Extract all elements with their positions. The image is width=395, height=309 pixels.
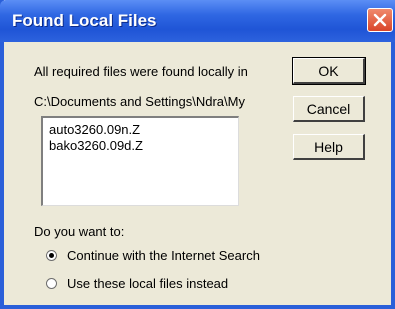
close-icon: [373, 13, 387, 27]
question-label: Do you want to:: [34, 224, 125, 239]
title-bar[interactable]: Found Local Files: [0, 0, 395, 42]
radio-label: Use these local files instead: [67, 276, 229, 291]
close-button[interactable]: [367, 8, 393, 32]
radio-continue-search[interactable]: Continue with the Internet Search: [46, 248, 260, 263]
radio-use-local-files[interactable]: Use these local files instead: [46, 276, 228, 291]
radio-button[interactable]: [46, 278, 57, 289]
path-label: C:\Documents and Settings\Ndra\My: [34, 94, 245, 109]
radio-button-selected[interactable]: [46, 250, 57, 261]
list-item[interactable]: bako3260.09d.Z: [49, 138, 232, 154]
radio-label: Continue with the Internet Search: [67, 248, 260, 263]
help-button[interactable]: Help: [293, 134, 365, 160]
list-item[interactable]: auto3260.09n.Z: [49, 122, 232, 138]
file-list[interactable]: auto3260.09n.Z bako3260.09d.Z: [41, 116, 239, 206]
cancel-button[interactable]: Cancel: [293, 96, 365, 122]
dialog-title: Found Local Files: [12, 11, 157, 30]
found-message: All required files were found locally in: [34, 64, 248, 79]
ok-button[interactable]: OK: [292, 57, 366, 85]
found-local-files-dialog: Found Local Files All required files wer…: [0, 0, 395, 309]
